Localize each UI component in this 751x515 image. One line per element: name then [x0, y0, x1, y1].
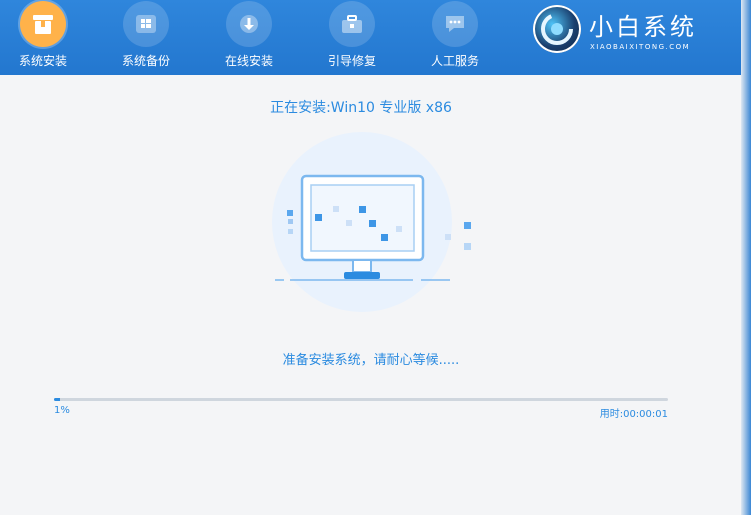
- nav-label: 人工服务: [430, 54, 479, 68]
- nav-system-backup[interactable]: 系统备份: [105, 0, 187, 75]
- install-title: 正在安装:Win10 专业版 x86: [270, 100, 452, 116]
- nav-label: 系统备份: [121, 54, 170, 68]
- nav-boot-repair[interactable]: 引导修复: [311, 0, 393, 75]
- nav-online-install[interactable]: 在线安装: [208, 0, 290, 75]
- toolbox-icon: [329, 1, 375, 47]
- brand-subtitle: XIAOBAIXITONG.COM: [590, 43, 691, 51]
- top-bar: 系统安装 系统备份 在线安装 引导修复 人工服务 小白系统 XIAOBAIXIT…: [0, 0, 751, 75]
- status-text: 准备安装系统，请耐心等候.....: [282, 353, 460, 368]
- monitor-illustration: [265, 130, 480, 320]
- nav-system-install[interactable]: 系统安装: [2, 0, 84, 75]
- brand: 小白系统 XIAOBAIXITONG.COM: [533, 3, 723, 63]
- windows-icon: [123, 1, 169, 47]
- nav-label: 引导修复: [327, 54, 376, 68]
- nav-label: 系统安装: [18, 54, 67, 68]
- nav-label: 在线安装: [224, 54, 273, 68]
- chat-icon: [432, 1, 478, 47]
- brand-name: 小白系统: [589, 13, 697, 41]
- progress-percent: 1%: [54, 405, 70, 416]
- brand-logo-icon: [533, 5, 581, 53]
- nav-manual-service[interactable]: 人工服务: [414, 0, 496, 75]
- download-icon: [226, 1, 272, 47]
- elapsed-time: 用时:00:00:01: [599, 409, 668, 420]
- progress-bar: [54, 398, 668, 401]
- window-edge: [741, 0, 751, 515]
- box-icon: [20, 1, 66, 47]
- progress-fill: [54, 398, 61, 401]
